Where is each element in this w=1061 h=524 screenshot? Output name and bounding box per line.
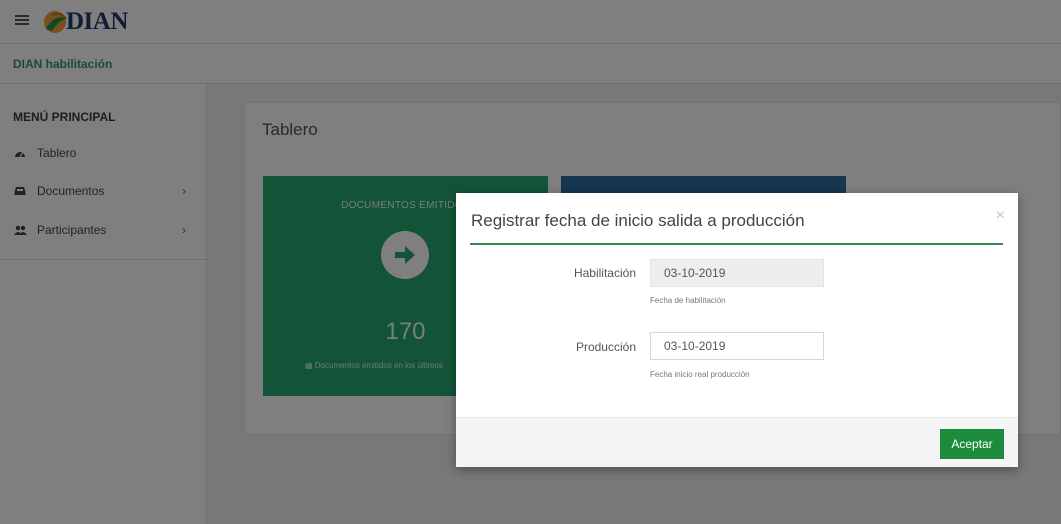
title-divider [470,243,1003,245]
produccion-label: Producción [575,340,636,354]
habilitacion-date-input[interactable] [650,259,824,287]
production-date-modal: Registrar fecha de inicio salida a produ… [456,193,1018,467]
modal-footer: Aceptar [456,417,1018,467]
produccion-help: Fecha inicio real producción [650,370,750,379]
modal-title: Registrar fecha de inicio salida a produ… [471,211,805,230]
close-icon[interactable]: × [996,208,1005,224]
habilitacion-help: Fecha de habilitación [650,296,726,305]
habilitacion-label: Habilitación [573,266,636,280]
accept-button[interactable]: Aceptar [940,429,1004,459]
produccion-date-input[interactable] [650,332,824,360]
